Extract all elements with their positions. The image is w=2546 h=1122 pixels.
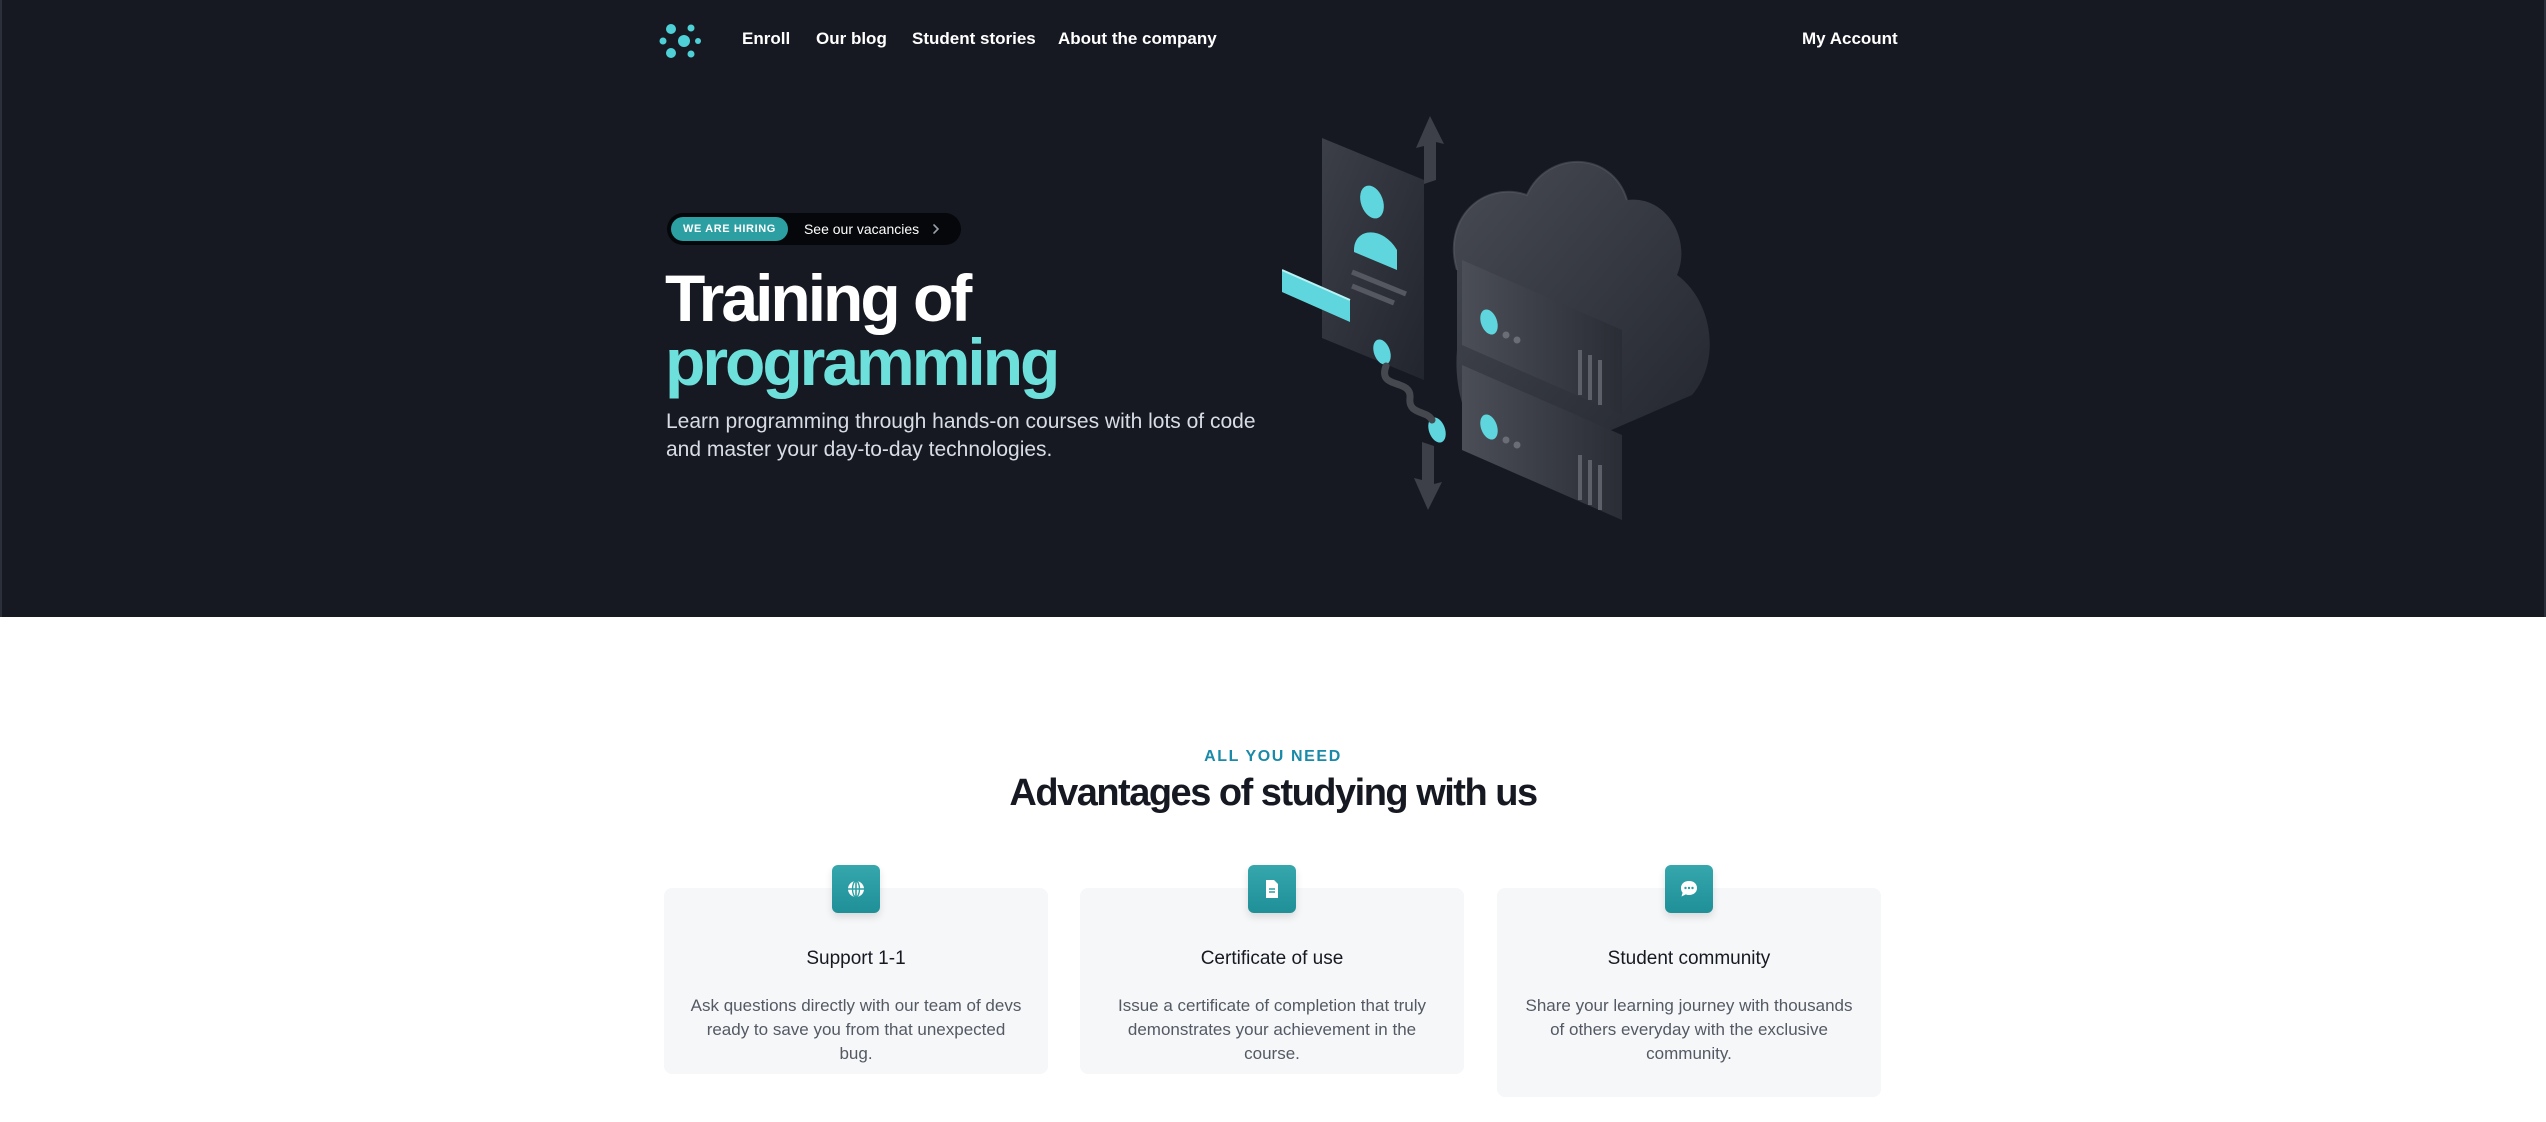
- card-description: Ask questions directly with our team of …: [690, 996, 1022, 1063]
- hiring-announcement[interactable]: WE ARE HIRING See our vacancies: [667, 213, 961, 245]
- nav-link-enroll[interactable]: Enroll: [742, 29, 790, 49]
- cloud-servers-illustration: [1282, 116, 1710, 520]
- nav-link-student-stories[interactable]: Student stories: [912, 29, 1036, 49]
- card-title: Student community: [1607, 948, 1771, 969]
- document-icon: [1248, 865, 1296, 913]
- hero-title-line2: programming: [665, 325, 1060, 399]
- card-description: Issue a certificate of completion that t…: [1117, 996, 1427, 1063]
- hero-title-line1: Training of: [665, 261, 972, 335]
- card-title: Support 1-1: [806, 948, 906, 969]
- cluster-logo-icon[interactable]: [658, 20, 702, 62]
- my-account-link[interactable]: My Account: [1802, 29, 1898, 49]
- feature-card-support: Support 1-1 Ask questions directly with …: [664, 865, 1048, 1074]
- card-description: Share your learning journey with thousan…: [1525, 996, 1853, 1063]
- section-title: Advantages of studying with us: [1009, 772, 1538, 814]
- hero-subtitle: Learn programming through hands-on cours…: [666, 410, 1256, 461]
- nav-link-blog[interactable]: Our blog: [816, 29, 887, 49]
- hero-title: Training of programming: [665, 261, 1385, 399]
- feature-card-certificate: Certificate of use Issue a certificate o…: [1080, 865, 1464, 1074]
- section-eyebrow: ALL YOU NEED: [1204, 748, 1342, 765]
- nav-link-about[interactable]: About the company: [1058, 29, 1217, 49]
- vacancies-link[interactable]: See our vacancies: [804, 221, 919, 237]
- chat-bubble-icon: [1665, 865, 1713, 913]
- card-title: Certificate of use: [1200, 948, 1344, 969]
- feature-card-community: Student community Share your learning jo…: [1497, 865, 1881, 1097]
- hero-section: Enroll Our blog Student stories About th…: [0, 0, 2546, 617]
- top-navigation: Enroll Our blog Student stories About th…: [2, 0, 2546, 82]
- globe-icon: [832, 865, 880, 913]
- chevron-right-icon: [933, 224, 940, 234]
- hiring-badge: WE ARE HIRING: [671, 217, 788, 241]
